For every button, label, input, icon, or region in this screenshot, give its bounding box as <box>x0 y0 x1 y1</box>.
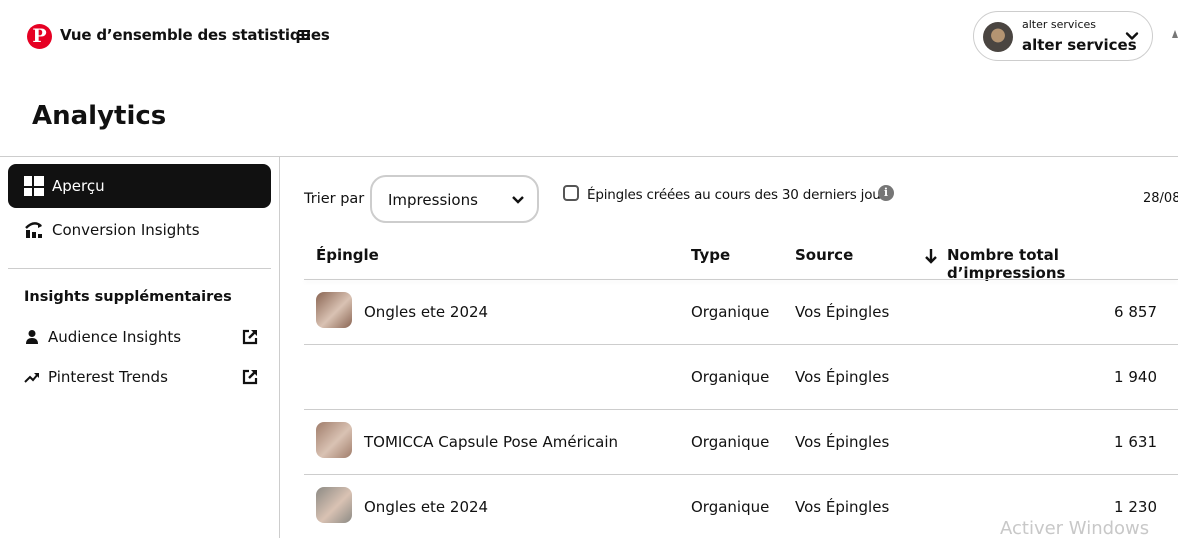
analytics-overview-title[interactable]: Vue d’ensemble des statistiques <box>60 26 330 44</box>
external-link-icon <box>242 329 258 345</box>
recent-pins-checkbox-label[interactable]: Épingles créées au cours des 30 derniers… <box>587 187 893 203</box>
pin-impressions: 1 940 <box>1114 368 1157 386</box>
pin-impressions: 6 857 <box>1114 303 1157 321</box>
pinterest-logo-icon[interactable]: P <box>27 24 52 49</box>
pin-source: Vos Épingles <box>795 433 890 451</box>
pin-title[interactable]: TOMICCA Capsule Pose Américain <box>364 433 618 451</box>
pin-source: Vos Épingles <box>795 368 890 386</box>
sidebar-section-divider <box>8 268 271 269</box>
account-display-name: alter services <box>1022 36 1137 54</box>
pin-source: Vos Épingles <box>795 498 890 516</box>
page-title: Analytics <box>32 101 167 131</box>
sidebar-item-label: Pinterest Trends <box>48 368 168 386</box>
sidebar-divider <box>279 157 280 538</box>
pin-thumbnail[interactable] <box>316 422 352 458</box>
header-divider <box>0 156 1178 157</box>
pin-title[interactable]: Ongles ete 2024 <box>364 303 488 321</box>
sidebar-item-label: Conversion Insights <box>52 221 200 239</box>
external-link-icon <box>242 369 258 385</box>
recent-pins-checkbox[interactable] <box>563 185 579 201</box>
top-bar: P Vue d’ensemble des statistiques alter … <box>0 0 1178 75</box>
pin-thumbnail[interactable] <box>316 292 352 328</box>
table-row[interactable]: Ongles ete 2024 Organique Vos Épingles 6 85… <box>304 280 1178 345</box>
chevron-down-icon <box>512 196 524 204</box>
audience-person-icon <box>24 329 40 345</box>
column-header-source: Source <box>795 246 854 264</box>
column-header-pin: Épingle <box>316 246 379 264</box>
dashboard-grid-icon <box>24 176 44 196</box>
trend-arrow-icon <box>24 369 40 385</box>
sidebar-item-label: Audience Insights <box>48 328 182 346</box>
column-header-impressions[interactable]: Nombre total d’impressions <box>947 246 1178 282</box>
pin-thumbnail[interactable] <box>316 487 352 523</box>
column-header-type: Type <box>691 246 731 264</box>
account-switcher-button[interactable]: alter services alter services <box>973 11 1153 61</box>
sort-by-select[interactable]: Impressions <box>370 175 539 223</box>
sidebar-item-label: Aperçu <box>52 177 105 195</box>
hamburger-menu-icon[interactable] <box>298 30 310 42</box>
pin-type: Organique <box>691 433 770 451</box>
pin-title[interactable]: Ongles ete 2024 <box>364 498 488 516</box>
windows-activation-watermark: Activer Windows <box>1000 518 1150 538</box>
sidebar-item-audience-insights[interactable]: Audience Insights <box>24 325 258 349</box>
avatar <box>983 22 1013 52</box>
table-row[interactable]: Organique Vos Épingles 1 940 <box>304 345 1178 410</box>
chevron-down-icon <box>1125 32 1139 40</box>
sort-by-label: Trier par <box>304 191 365 207</box>
sidebar-item-apercu[interactable]: Aperçu <box>8 164 271 208</box>
sidebar-item-conversion-insights[interactable]: Conversion Insights <box>8 208 271 252</box>
pin-impressions: 1 631 <box>1114 433 1157 451</box>
date-range[interactable]: 28/08 <box>1143 191 1178 206</box>
notification-icon[interactable] <box>1172 30 1178 38</box>
pin-type: Organique <box>691 498 770 516</box>
conversion-chart-icon <box>24 220 44 240</box>
sort-descending-arrow-icon[interactable] <box>924 248 938 264</box>
sort-by-value: Impressions <box>388 191 478 209</box>
sidebar-section-heading: Insights supplémentaires <box>24 289 232 305</box>
info-icon[interactable]: i <box>878 185 894 201</box>
table-row[interactable]: TOMICCA Capsule Pose Américain Organique V… <box>304 410 1178 475</box>
sidebar-item-pinterest-trends[interactable]: Pinterest Trends <box>24 365 258 389</box>
pin-source: Vos Épingles <box>795 303 890 321</box>
pin-impressions: 1 230 <box>1114 498 1157 516</box>
pin-type: Organique <box>691 368 770 386</box>
pin-type: Organique <box>691 303 770 321</box>
pin-thumbnail[interactable] <box>316 357 352 393</box>
account-business-name: alter services <box>1022 18 1097 31</box>
